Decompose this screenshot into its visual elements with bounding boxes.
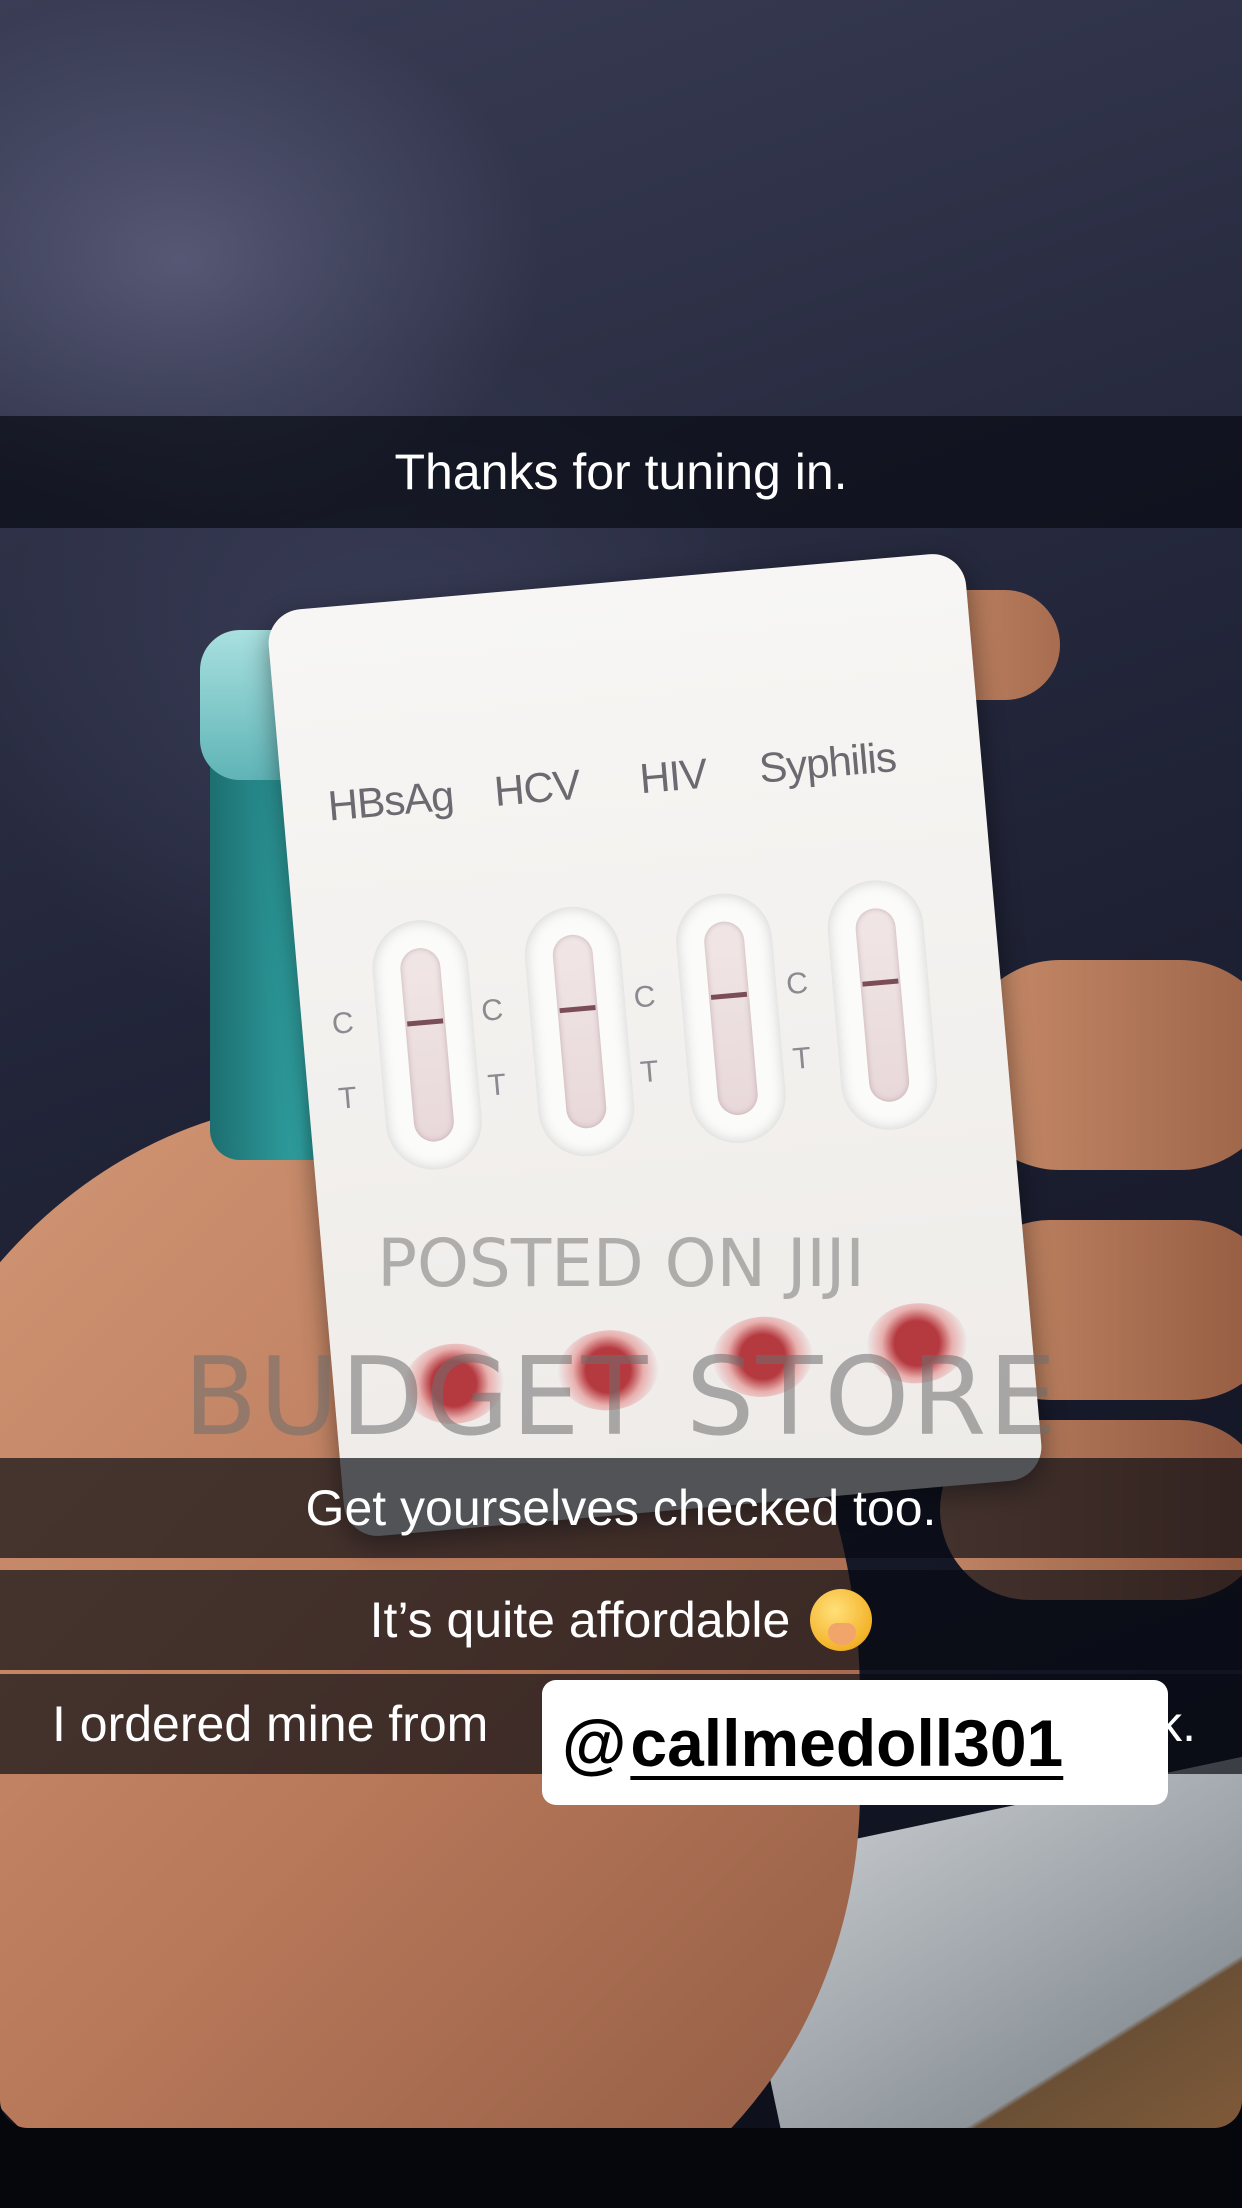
test-label-hiv: HIV [637,749,709,803]
test-label-hcv: HCV [492,760,582,815]
caption-text: I ordered mine from [52,1696,489,1752]
control-letter: C [479,993,505,1028]
control-letter: C [632,979,657,1015]
caption-text: Get yourselves checked too. [305,1480,937,1536]
test-letter: T [337,1081,359,1116]
caption-text: It’s quite affordable [369,1592,791,1648]
test-letter: T [791,1041,813,1076]
caption-text: Thanks for tuning in. [394,444,848,500]
mention-at-sign: @ [562,1705,627,1780]
test-window [520,902,639,1161]
caption-bar: It’s quite affordable [0,1570,1242,1670]
hand-over-mouth-emoji-icon [810,1589,873,1651]
test-letter: T [486,1068,508,1103]
watermark-posted-on: POSTED ON JIJI [377,1225,865,1302]
control-letter: C [784,966,810,1002]
story-photo: HBsAg HCV HIV Syphilis C T C T C T C T P… [0,0,1242,2128]
mention-handle[interactable]: callmedoll301 [630,1705,1063,1781]
test-window [823,876,942,1134]
control-letter: C [330,1006,356,1042]
mention-sticker[interactable]: @ callmedoll301 [542,1680,1168,1805]
caption-bar: Get yourselves checked too. [0,1458,1242,1558]
test-letter: T [638,1054,661,1090]
test-window [672,889,790,1147]
watermark-store-name: BUDGET STORE [183,1335,1059,1460]
test-window [368,916,486,1174]
caption-bar-top: Thanks for tuning in. [0,416,1242,528]
test-label-hbsag: HBsAg [325,771,456,830]
test-label-syphilis: Syphilis [757,733,898,792]
